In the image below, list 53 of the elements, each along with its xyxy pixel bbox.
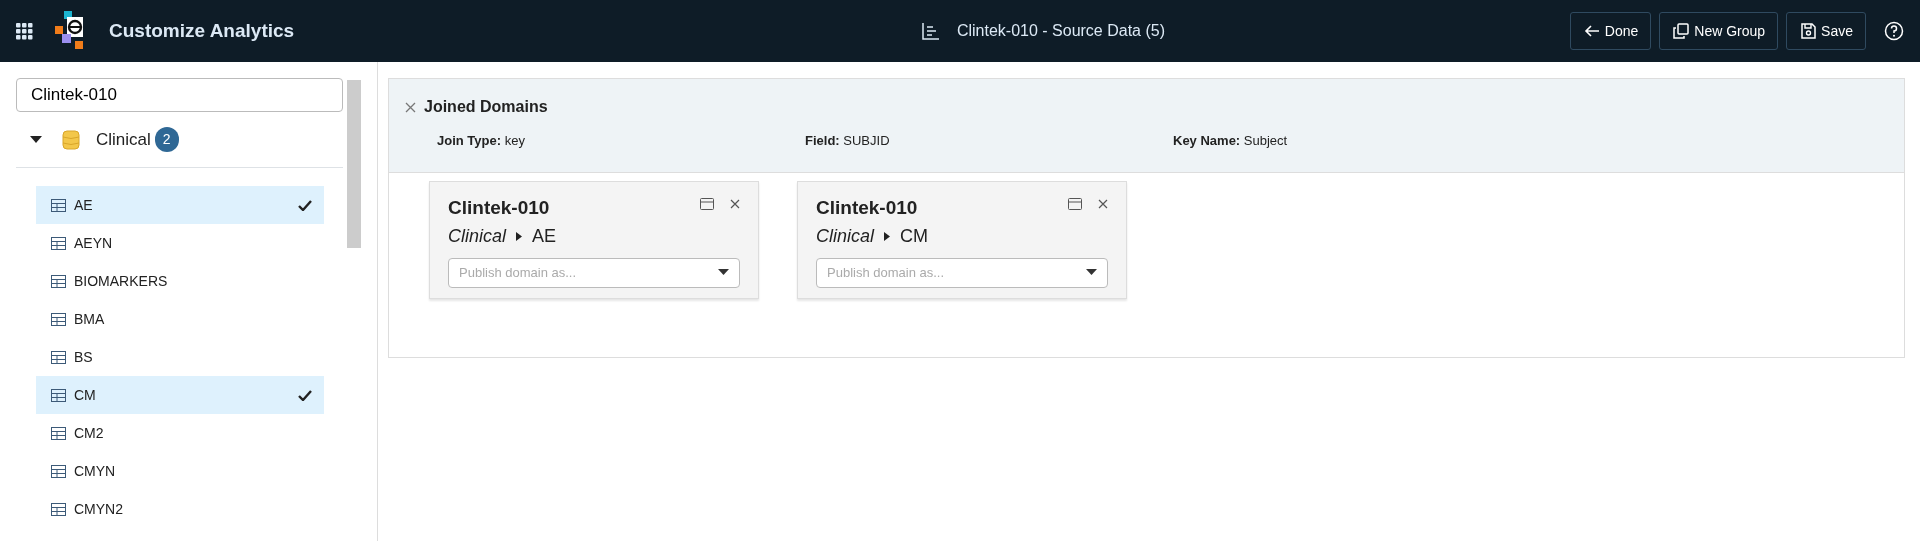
caret-right-icon xyxy=(884,231,891,241)
domain-item[interactable]: BS xyxy=(36,338,324,376)
join-field: Join Type: key xyxy=(437,131,805,151)
caret-right-icon xyxy=(516,231,523,241)
scrollbar[interactable] xyxy=(347,80,361,248)
card-title: Clintek-010 xyxy=(448,196,551,220)
panel-title: Joined Domains xyxy=(424,97,548,117)
search-field[interactable]: Clintek-010 xyxy=(16,78,343,112)
toolbar-button[interactable]: New Group xyxy=(1659,12,1779,50)
domain-item[interactable]: CMYN xyxy=(36,452,324,490)
caret-down-icon[interactable] xyxy=(30,135,42,144)
domain-item[interactable]: CM xyxy=(36,376,324,414)
help-icon[interactable] xyxy=(1884,21,1904,41)
table-icon xyxy=(51,388,66,402)
toolbar-button[interactable]: Save xyxy=(1786,12,1866,50)
domain-item[interactable]: BMA xyxy=(36,300,324,338)
card-title: Clintek-010 xyxy=(816,196,919,220)
table-icon xyxy=(51,236,66,250)
count-badge: 2 xyxy=(154,127,179,152)
table-icon xyxy=(51,426,66,440)
close-icon[interactable] xyxy=(1098,199,1108,209)
close-icon[interactable] xyxy=(730,199,740,209)
apps-menu-icon[interactable] xyxy=(16,22,33,40)
domain-item[interactable]: CM2 xyxy=(36,414,324,452)
database-icon xyxy=(62,128,80,151)
app-title: Customize Analytics xyxy=(109,18,295,43)
join-field: Key Name: Subject xyxy=(1173,131,1541,151)
copy-icon xyxy=(1672,22,1691,40)
domain-item[interactable]: CMYN2 xyxy=(36,490,324,528)
table-icon xyxy=(51,350,66,364)
check-icon xyxy=(298,389,312,401)
table-icon xyxy=(51,464,66,478)
table-icon xyxy=(51,502,66,516)
caret-down-icon xyxy=(1086,269,1097,276)
domain-item[interactable]: BIOMARKERS xyxy=(36,262,324,300)
source-title: Clintek-010 - Source Data (5) xyxy=(956,21,1165,41)
table-icon xyxy=(51,312,66,326)
group-label[interactable]: Clinical xyxy=(96,126,151,153)
chart-icon xyxy=(920,21,941,41)
logo-icon xyxy=(55,11,85,51)
domain-path: Clinical AE xyxy=(448,224,558,248)
join-field: Field: SUBJID xyxy=(805,131,1173,151)
domain-item[interactable]: AEYN xyxy=(36,224,324,262)
caret-down-icon xyxy=(718,269,729,276)
close-icon[interactable] xyxy=(405,101,416,113)
domain-item[interactable]: AE xyxy=(36,186,324,224)
check-icon xyxy=(298,199,312,211)
window-icon[interactable] xyxy=(700,198,714,210)
table-icon xyxy=(51,274,66,288)
window-icon[interactable] xyxy=(1068,198,1082,210)
toolbar-button[interactable]: Done xyxy=(1569,12,1652,50)
domain-path: Clinical CM xyxy=(816,224,930,248)
table-icon xyxy=(51,198,66,212)
